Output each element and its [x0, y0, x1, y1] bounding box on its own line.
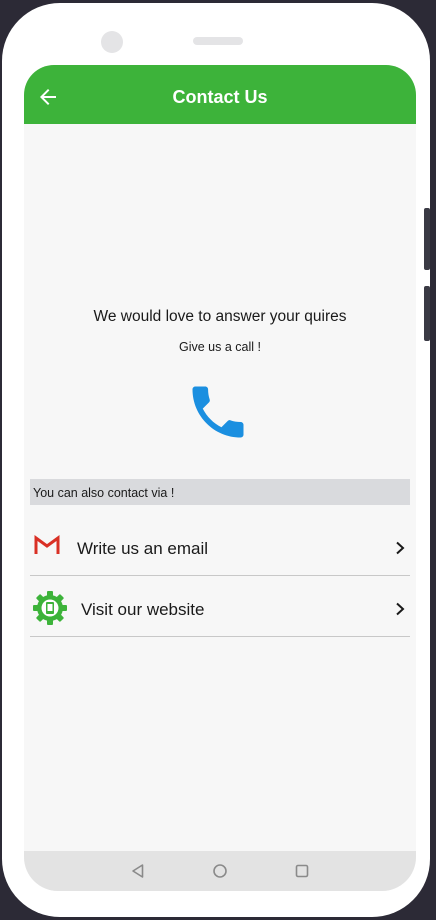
chevron-right-icon: [396, 541, 405, 555]
recents-square-icon[interactable]: [294, 863, 310, 879]
contact-section-header: You can also contact via !: [30, 479, 410, 505]
intro-heading: We would love to answer your quires: [93, 308, 347, 325]
gmail-icon: [34, 535, 60, 554]
website-option-label: Visit our website: [81, 600, 205, 619]
email-option[interactable]: Write us an email: [30, 515, 410, 576]
front-camera: [101, 31, 123, 53]
app-bar: Contact Us: [24, 65, 416, 124]
earpiece-speaker: [193, 37, 243, 45]
app-screen: Contact Us We would love to answer your …: [24, 65, 416, 891]
website-option[interactable]: Visit our website: [30, 576, 410, 637]
chevron-right-icon: [396, 602, 405, 616]
website-gear-icon: [33, 591, 67, 625]
intro-subheading: Give us a call !: [179, 340, 261, 354]
email-option-label: Write us an email: [77, 539, 209, 558]
contact-section-label: You can also contact via !: [33, 486, 175, 500]
system-nav-bar: [24, 851, 416, 891]
home-circle-icon[interactable]: [212, 863, 228, 879]
power-button: [424, 286, 430, 341]
phone-icon[interactable]: [184, 378, 252, 446]
back-triangle-icon[interactable]: [130, 863, 146, 879]
phone-frame: Contact Us We would love to answer your …: [2, 3, 430, 917]
volume-button: [424, 208, 430, 270]
page-title: Contact Us: [172, 87, 268, 107]
